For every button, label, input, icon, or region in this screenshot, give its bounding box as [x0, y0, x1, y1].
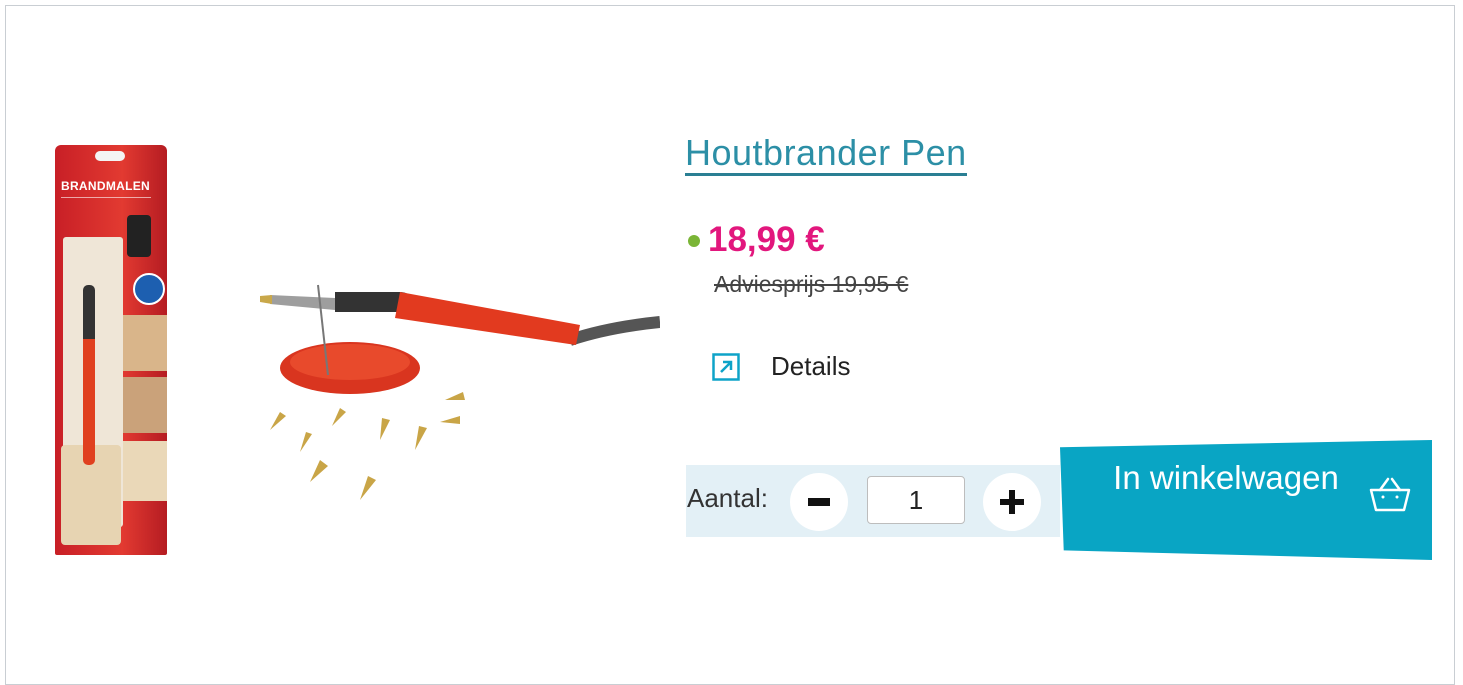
advice-price: Adviesprijs 19,95 € [714, 271, 909, 297]
quantity-increase-button[interactable] [983, 473, 1041, 531]
box-brand-text: BRANDMALEN [61, 179, 150, 193]
add-to-cart-label: In winkelwagen [1113, 459, 1339, 496]
basket-icon [1369, 477, 1411, 512]
availability-dot [688, 235, 700, 247]
details-label: Details [771, 351, 851, 381]
quantity-label: Aantal: [687, 483, 768, 513]
external-link-icon [712, 352, 740, 381]
plus-icon [1000, 490, 1024, 514]
quantity-decrease-button[interactable] [790, 473, 848, 531]
product-price: 18,99 € [708, 220, 825, 259]
product-box-image: BRANDMALEN [55, 145, 167, 555]
minus-icon [808, 498, 830, 506]
details-link[interactable]: Details [712, 351, 850, 382]
quantity-input[interactable] [867, 476, 965, 524]
soldering-iron-image [260, 284, 660, 500]
product-image[interactable]: BRANDMALEN [50, 140, 660, 570]
product-title[interactable]: Houtbrander Pen [685, 133, 967, 176]
